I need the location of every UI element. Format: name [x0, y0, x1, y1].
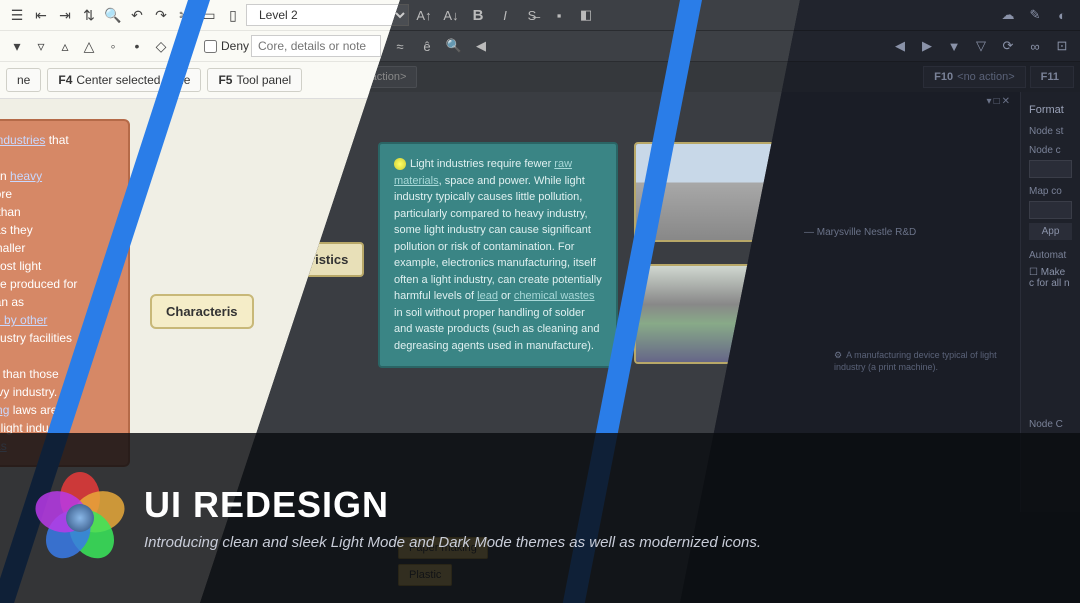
refresh-icon[interactable]: ⟳ — [996, 35, 1020, 57]
funnel2-icon[interactable]: ▽ — [969, 35, 993, 57]
caption-manufacturing: ⚙A manufacturing device typical of light… — [834, 350, 1004, 373]
banner: UI REDESIGN Introducing clean and sleek … — [0, 433, 1080, 603]
color-icon[interactable]: ▪ — [547, 4, 571, 26]
prev-icon[interactable]: ◀ — [469, 35, 493, 57]
approx-icon[interactable]: ≈ — [388, 35, 412, 57]
fkey-f5[interactable]: F5Tool panel — [207, 68, 302, 92]
banner-title: UI REDESIGN — [144, 484, 761, 526]
make-check[interactable]: ☐ Make c for all n — [1025, 263, 1076, 293]
map-color-label: Map co — [1025, 180, 1076, 199]
font-size-down-icon[interactable]: A↓ — [439, 4, 463, 26]
filter7-icon[interactable]: ◇ — [150, 35, 172, 57]
node-c-label: Node C — [1025, 413, 1076, 432]
close-icon[interactable]: ✕ — [1002, 96, 1010, 107]
filter6-icon[interactable]: • — [126, 35, 148, 57]
apply-button[interactable]: App — [1029, 223, 1072, 240]
tag-icon[interactable]: ⊡ — [1050, 35, 1074, 57]
search-icon[interactable]: 🔍 — [442, 35, 466, 57]
panel-subtitle: Node st — [1025, 120, 1076, 139]
deny-checkbox[interactable]: Deny — [204, 39, 249, 53]
fkey-f11[interactable]: F11 — [1030, 66, 1074, 88]
undo-icon[interactable]: ↶ — [126, 4, 148, 26]
sibling-icon[interactable]: ▯ — [222, 4, 244, 26]
font-size-up-icon[interactable]: A↑ — [412, 4, 436, 26]
sort-icon[interactable]: ⇅ — [78, 4, 100, 26]
search-input[interactable] — [251, 35, 381, 57]
shape-icon[interactable]: ◐ — [1050, 4, 1074, 26]
highlight-icon[interactable]: ◧ — [574, 4, 598, 26]
app-logo — [40, 478, 120, 558]
caption-nestle: — Marysville Nestle R&D — [804, 227, 916, 238]
strike-icon[interactable]: S̶ — [520, 4, 544, 26]
bold-icon[interactable]: B — [466, 4, 490, 26]
brush-icon[interactable]: ✎ — [1023, 4, 1047, 26]
pin-icon — [394, 158, 406, 170]
restore-icon[interactable]: □ — [994, 96, 1000, 107]
window-controls: ▾ □ ✕ — [987, 96, 1010, 107]
map-color-field[interactable] — [1029, 201, 1072, 219]
node-color-label: Node c — [1025, 139, 1076, 158]
filter3-icon[interactable]: ▵ — [54, 35, 76, 57]
filter4-icon[interactable]: △ — [78, 35, 100, 57]
automatic-label: Automat — [1025, 244, 1076, 263]
panel-title: Format — [1025, 100, 1076, 120]
zoom-icon[interactable]: 🔍 — [102, 4, 124, 26]
indent-right-icon[interactable]: ⇥ — [54, 4, 76, 26]
filter2-icon[interactable]: ▿ — [30, 35, 52, 57]
italic-icon[interactable]: I — [493, 4, 517, 26]
node-color-field[interactable] — [1029, 160, 1072, 178]
funnel-icon[interactable]: ▼ — [942, 35, 966, 57]
nav-prev-icon[interactable]: ◀ — [888, 35, 912, 57]
nav-next-icon[interactable]: ▶ — [915, 35, 939, 57]
outline-icon[interactable]: ☰ — [6, 4, 28, 26]
banner-subtitle: Introducing clean and sleek Light Mode a… — [144, 532, 761, 553]
filter5-icon[interactable]: ◦ — [102, 35, 124, 57]
filter-icon[interactable]: ▾ — [6, 35, 28, 57]
fkey-f10[interactable]: F10<no action> — [923, 66, 1025, 88]
node-light-industry-desc[interactable]: Light industries require fewer raw mater… — [378, 142, 618, 368]
cloud-icon[interactable]: ☁ — [996, 4, 1020, 26]
redo-icon[interactable]: ↷ — [150, 4, 172, 26]
gear-icon: ⚙ — [834, 350, 842, 360]
link-icon[interactable]: ∞ — [1023, 35, 1047, 57]
accent-icon[interactable]: ê — [415, 35, 439, 57]
minimize-icon[interactable]: ▾ — [987, 96, 992, 107]
indent-left-icon[interactable]: ⇤ — [30, 4, 52, 26]
node-characteristics-light[interactable]: Characteris — [150, 294, 254, 329]
fkey-ne[interactable]: ne — [6, 68, 41, 92]
